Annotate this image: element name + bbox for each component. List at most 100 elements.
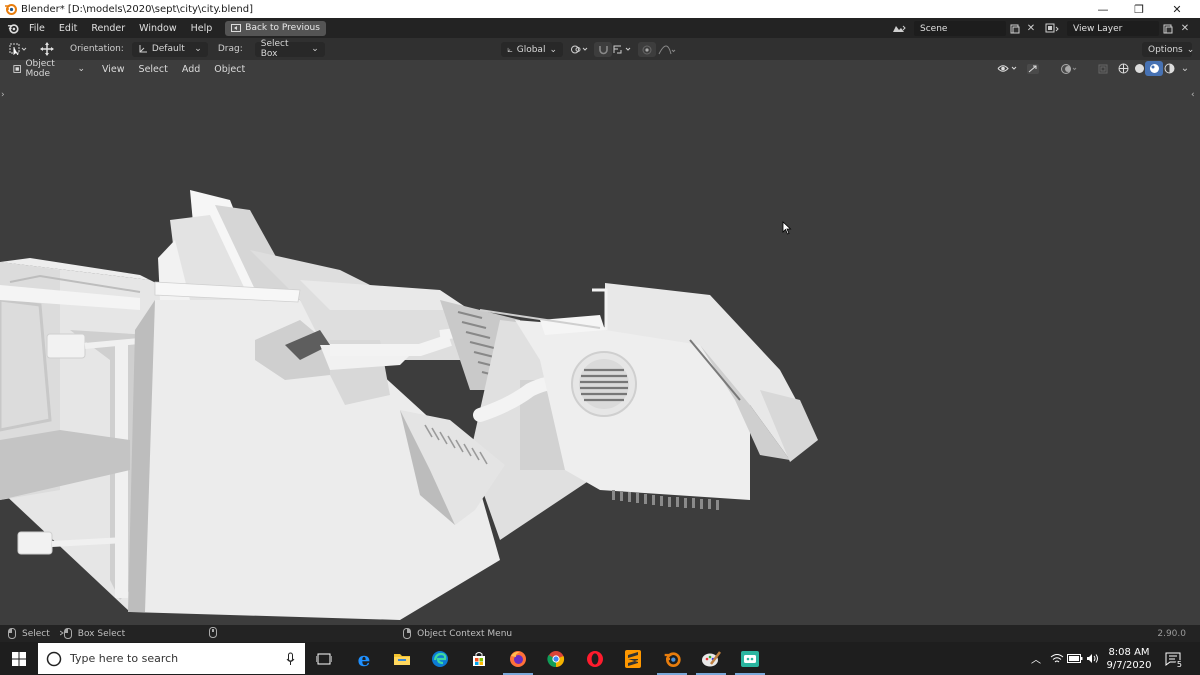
mouse-cursor-icon [782,221,792,235]
toolbar-expand-icon[interactable]: › [1,90,5,100]
options-label: Options [1148,44,1183,55]
window-title-bar: Blender* [D:\models\2020\sept\city\city.… [0,0,1200,18]
chevron-down-icon: ⌄ [77,64,85,74]
drag-value: Select Box [260,39,289,59]
paint-app-icon[interactable] [692,642,730,675]
blender-taskbar-icon[interactable] [653,642,691,675]
chevron-down-icon: ⌄ [194,44,202,54]
mouse-middle-icon [209,626,218,641]
microphone-icon[interactable] [286,652,295,666]
notifications-icon[interactable]: 5 [1160,642,1186,675]
orientation-value: Default [151,44,185,54]
sidebar-expand-icon[interactable]: ‹ [1191,90,1195,100]
chrome-icon[interactable] [537,642,575,675]
view-layer-icon[interactable] [1044,21,1062,36]
battery-icon[interactable] [1066,642,1084,675]
drag-dropdown[interactable]: Select Box ⌄ [254,39,325,59]
drag-label: Drag: [217,44,243,54]
window-title: Blender* [D:\models\2020\sept\city\city.… [21,3,254,15]
top-menu-bar: File Edit Render Window Help Back to Pre… [0,18,1200,38]
blender-menu-icon[interactable] [4,21,22,36]
view-layer-field[interactable]: View Layer [1067,21,1159,36]
restore-button[interactable]: ❐ [1120,0,1158,18]
status-select: Select [8,628,50,639]
3d-viewport[interactable]: › ‹ [0,60,1200,625]
minimize-button[interactable]: — [1084,0,1122,18]
transform-orientation-value: Global [516,44,546,55]
blender-version: 2.90.0 [1157,628,1186,639]
task-view-icon[interactable] [305,642,343,675]
opera-icon[interactable] [576,642,614,675]
menu-window[interactable]: Window [132,18,183,38]
gizmo-icon[interactable] [1024,61,1042,76]
options-dropdown[interactable]: Options ⌄ [1142,42,1195,57]
mouse-left-icon [8,628,16,639]
blender-logo-icon [3,2,17,16]
orientation-icon [139,45,147,53]
xray-icon[interactable] [1094,61,1112,76]
move-tool-icon[interactable] [36,42,58,57]
object-mode-dropdown[interactable]: Object Mode ⌄ [7,59,91,79]
volume-icon[interactable] [1085,642,1101,675]
start-button[interactable] [0,642,38,675]
mouse-drag-icon [59,628,72,639]
viewport-menu-select[interactable]: Select [132,64,175,75]
orientation-label: Orientation: [70,44,124,54]
menu-file[interactable]: File [22,18,52,38]
windows-taskbar: Type here to search e ︿ 8:08 AM 9/7/2020… [0,642,1200,675]
snap-target-icon[interactable] [611,42,635,57]
firefox-icon[interactable] [499,642,537,675]
taskbar-search-box[interactable]: Type here to search [38,643,305,674]
viewport-menu-object[interactable]: Object [207,64,252,75]
shading-options-chevron-icon[interactable]: ⌄ [1176,61,1194,76]
visibility-icon[interactable] [996,61,1020,76]
internet-explorer-icon[interactable]: e [345,642,383,675]
pivot-point-icon[interactable] [567,42,591,57]
menu-help[interactable]: Help [184,18,220,38]
viewport-menu-add[interactable]: Add [175,64,207,75]
transform-orientation-dropdown[interactable]: Global ⌄ [501,42,563,57]
global-axes-icon [507,47,513,52]
status-box-select: Box Select [59,628,126,639]
falloff-icon[interactable] [656,42,678,57]
notification-count: 5 [1174,660,1184,669]
screen-recorder-icon[interactable] [731,642,769,675]
status-select-label: Select [22,628,50,639]
clock[interactable]: 8:08 AM 9/7/2020 [1106,642,1152,675]
tray-chevron-up-icon[interactable]: ︿ [1028,642,1044,675]
file-explorer-icon[interactable] [383,642,421,675]
clock-date: 9/7/2020 [1106,659,1152,671]
menu-edit[interactable]: Edit [52,18,84,38]
proportional-edit-icon[interactable] [638,42,656,57]
select-tool-icon[interactable] [6,42,32,57]
clock-time: 8:08 AM [1108,646,1150,658]
close-button[interactable]: ✕ [1158,0,1196,18]
sublime-text-icon[interactable] [614,642,652,675]
delete-scene-icon[interactable]: ✕ [1022,21,1040,36]
status-box-select-label: Box Select [77,628,126,639]
microsoft-store-icon[interactable] [460,642,498,675]
tool-header: Orientation: Default ⌄ Drag: Select Box … [0,38,1200,60]
scene-field[interactable]: Scene [914,21,1006,36]
menu-render[interactable]: Render [84,18,132,38]
status-bar: Select Box Select Object Context Menu 2.… [0,625,1200,642]
viewport-scene [0,190,818,620]
orientation-dropdown[interactable]: Default ⌄ [131,41,208,57]
screen-icon [231,24,242,32]
viewport-header: Object Mode ⌄ View Select Add Object ⌄ [0,59,1200,79]
new-view-layer-icon[interactable] [1159,21,1177,36]
scene-browse-icon[interactable] [890,20,908,35]
overlays-icon[interactable] [1060,61,1078,76]
status-context-menu-label: Object Context Menu [417,628,513,639]
chevron-down-icon: ⌄ [1186,44,1195,55]
edge-browser-icon[interactable] [421,642,459,675]
back-to-previous-button[interactable]: Back to Previous [225,20,326,36]
wifi-icon[interactable] [1049,642,1065,675]
snap-icon[interactable] [594,42,612,57]
windows-logo-icon [12,651,26,666]
back-to-previous-label: Back to Previous [245,23,320,33]
viewport-menu-view[interactable]: View [95,64,132,75]
delete-view-layer-icon[interactable]: ✕ [1176,21,1194,36]
mouse-right-icon [403,628,412,639]
object-mode-value: Object Mode [25,59,55,79]
